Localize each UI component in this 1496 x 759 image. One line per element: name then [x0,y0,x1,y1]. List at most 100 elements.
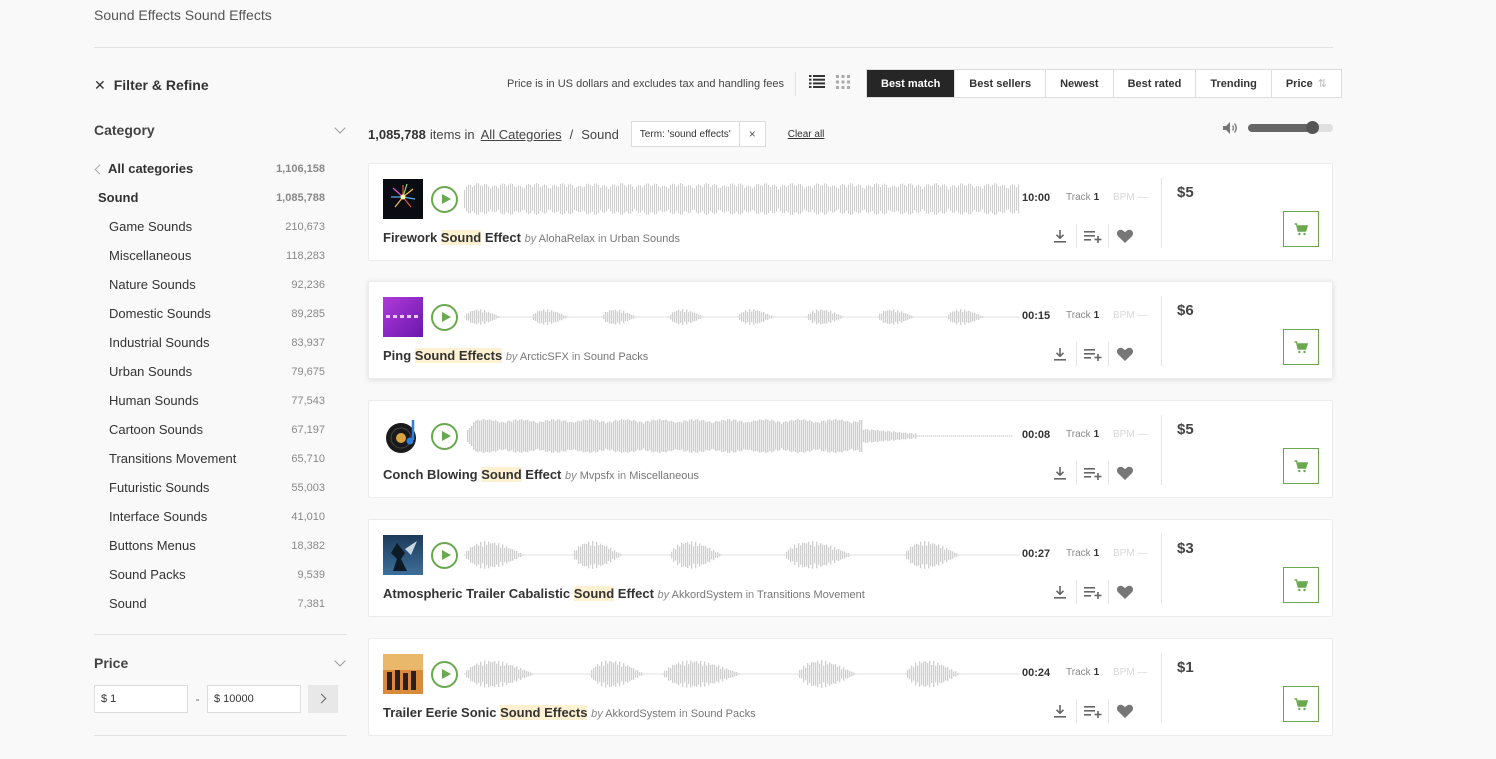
item-thumbnail[interactable] [383,654,423,694]
item-thumbnail[interactable] [383,297,423,337]
favorite-button[interactable] [1108,224,1140,248]
category-item[interactable]: Miscellaneous 118,283 [94,241,347,270]
sort-option[interactable]: Best match [867,70,956,97]
add-to-cart-button[interactable] [1283,686,1319,722]
add-to-cart-button[interactable] [1283,329,1319,365]
category-item[interactable]: Domestic Sounds 89,285 [94,299,347,328]
add-to-cart-button[interactable] [1283,448,1319,484]
category-item[interactable]: Sound Packs 9,539 [94,560,347,589]
volume-slider[interactable] [1248,121,1333,134]
category-item[interactable]: Sound 7,381 [94,589,347,618]
add-to-playlist-button[interactable] [1076,461,1108,485]
play-button[interactable] [431,186,458,213]
sort-option[interactable]: Best sellers [955,70,1047,97]
category-item[interactable]: Human Sounds 77,543 [94,386,347,415]
item-title[interactable]: Ping Sound Effects [383,348,503,363]
add-to-playlist-button[interactable] [1076,580,1108,604]
waveform[interactable] [464,653,1020,695]
favorite-button[interactable] [1108,580,1140,604]
download-button[interactable] [1044,224,1076,248]
download-icon [1054,586,1066,599]
favorite-button[interactable] [1108,461,1140,485]
play-button[interactable] [431,542,458,569]
category-item[interactable]: Game Sounds 210,673 [94,212,347,241]
author-link[interactable]: AkkordSystem [605,708,676,720]
add-to-cart-button[interactable] [1283,211,1319,247]
category-section-toggle[interactable]: Category [94,120,347,140]
author-link[interactable]: AkkordSystem [672,589,743,601]
filter-refine-toggle[interactable]: ✕ Filter & Refine [94,70,347,100]
add-to-cart-button[interactable] [1283,567,1319,603]
waveform[interactable] [464,534,1020,576]
category-count: 67,197 [291,423,325,436]
play-button[interactable] [431,304,458,331]
category-count: 79,675 [291,365,325,378]
item-title[interactable]: Trailer Eerie Sonic Sound Effects [383,705,588,720]
item-title[interactable]: Firework Sound Effect [383,230,521,245]
bpm: BPM — [1113,192,1148,203]
sort-option[interactable]: Price ⇅ [1272,70,1341,97]
clear-all-link[interactable]: Clear all [788,129,825,140]
waveform[interactable] [464,415,1020,457]
category-label: Game Sounds [109,219,193,234]
item-thumbnail[interactable] [383,416,423,456]
favorite-button[interactable] [1108,699,1140,723]
volume-icon[interactable] [1222,121,1238,135]
waveform[interactable] [464,178,1020,220]
category-all[interactable]: All categories 1,106,158 [94,154,347,183]
duration: 10:00 [1022,192,1051,204]
category-link[interactable]: Sound Packs [583,351,648,363]
all-categories-link[interactable]: All Categories [481,127,562,142]
volume-handle[interactable] [1305,121,1319,134]
price-apply-button[interactable] [308,685,338,713]
waveform[interactable] [464,296,1020,338]
category-link[interactable]: Miscellaneous [629,470,699,482]
search-term-chip: Term: 'sound effects' × [630,121,766,147]
category-item[interactable]: Buttons Menus 18,382 [94,531,347,560]
download-button[interactable] [1044,699,1076,723]
play-button[interactable] [431,423,458,450]
category-heading: Category [94,122,155,138]
add-to-playlist-button[interactable] [1076,342,1108,366]
category-item[interactable]: Transitions Movement 65,710 [94,444,347,473]
price-min-input[interactable]: $ 1 [94,685,188,713]
play-button[interactable] [431,661,458,688]
author-link[interactable]: ArcticSFX [520,351,569,363]
author-link[interactable]: AlohaRelax [539,233,595,245]
category-item[interactable]: Interface Sounds 41,010 [94,502,347,531]
download-button[interactable] [1044,580,1076,604]
item-thumbnail[interactable] [383,179,423,219]
in-text: in [571,351,581,363]
price-max-input[interactable]: $ 10000 [207,685,301,713]
category-link[interactable]: Transitions Movement [757,589,865,601]
breadcrumb-sound: Sound [581,126,619,142]
category-item[interactable]: Industrial Sounds 83,937 [94,328,347,357]
sort-option[interactable]: Trending [1196,70,1272,97]
remove-term-button[interactable]: × [738,122,765,146]
price-section-toggle[interactable]: Price [94,653,347,673]
list-view-icon[interactable] [809,75,825,88]
category-link[interactable]: Urban Sounds [610,233,680,245]
title-highlight: Sound [440,230,482,245]
divider [1161,415,1162,485]
category-item[interactable]: Urban Sounds 79,675 [94,357,347,386]
add-to-playlist-button[interactable] [1076,699,1108,723]
add-to-playlist-button[interactable] [1076,224,1108,248]
category-current[interactable]: Sound 1,085,788 [94,183,347,212]
grid-view-icon[interactable] [836,75,850,89]
sort-option[interactable]: Best rated [1114,70,1197,97]
item-thumbnail[interactable] [383,535,423,575]
favorite-button[interactable] [1108,342,1140,366]
item-title[interactable]: Atmospheric Trailer Cabalistic Sound Eff… [383,586,654,601]
category-link[interactable]: Sound Packs [691,708,756,720]
author-link[interactable]: Mvpsfx [580,470,615,482]
download-button[interactable] [1044,342,1076,366]
category-item[interactable]: Futuristic Sounds 55,003 [94,473,347,502]
category-item[interactable]: Cartoon Sounds 67,197 [94,415,347,444]
sort-option[interactable]: Newest [1046,70,1114,97]
price-note: Price is in US dollars and excludes tax … [507,78,784,90]
download-button[interactable] [1044,461,1076,485]
category-item[interactable]: Nature Sounds 92,236 [94,270,347,299]
item-title[interactable]: Conch Blowing Sound Effect [383,467,561,482]
item-price: $1 [1177,659,1194,676]
